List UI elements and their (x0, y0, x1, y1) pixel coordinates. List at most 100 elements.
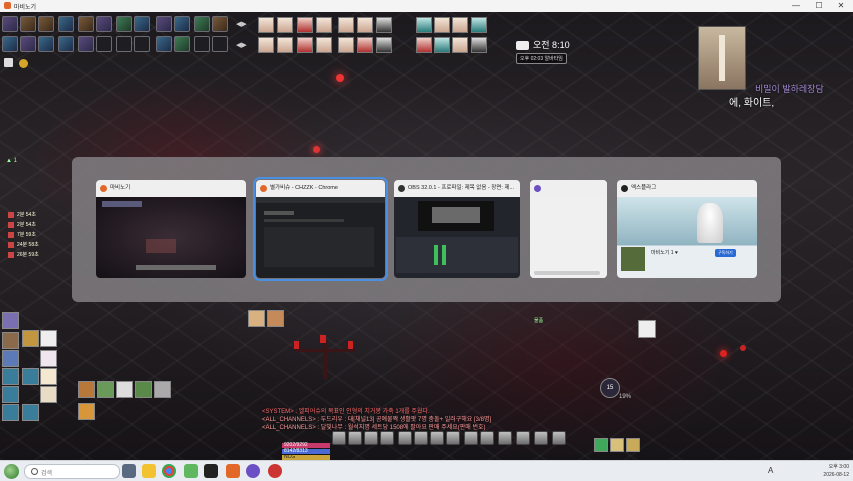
chrome-icon[interactable] (162, 464, 176, 478)
slot-page-arrows[interactable]: ◀▶ (236, 20, 247, 28)
medal-icon[interactable] (19, 59, 28, 68)
menu-icon[interactable] (4, 58, 13, 67)
start-button[interactable] (4, 464, 19, 479)
window-thumbnail-chrome[interactable]: 별가비슈 - CHZZK - Chrome (253, 177, 388, 281)
item-slot[interactable] (116, 381, 133, 398)
skill-slot[interactable] (398, 431, 412, 445)
close-button[interactable]: ✕ (830, 0, 852, 12)
buff-timer[interactable]: 24분 58초 (8, 241, 39, 248)
system-clock[interactable]: 오후 3:00 2026-08-12 (823, 463, 849, 479)
pet-portrait[interactable] (2, 386, 19, 403)
buff-timer[interactable]: 26분 59초 (8, 251, 39, 258)
app-icon[interactable] (204, 464, 218, 478)
skill-slot[interactable] (534, 431, 548, 445)
skill-slot[interactable] (464, 431, 478, 445)
obs-icon[interactable] (268, 464, 282, 478)
skill-slot[interactable] (174, 36, 190, 52)
item-slot[interactable] (78, 381, 95, 398)
window-thumbnail-stream[interactable]: 엑스플라그 마비노기 1 ♥ 구독하기 (617, 180, 757, 278)
skill-slot[interactable] (78, 36, 94, 52)
extra-slot[interactable] (610, 438, 624, 452)
skill-slot[interactable] (194, 16, 210, 32)
skill-slot[interactable] (212, 16, 228, 32)
taskbar-search[interactable]: 검색 (24, 464, 120, 479)
status-icon[interactable] (267, 310, 284, 327)
party-portrait[interactable] (316, 17, 332, 33)
buff-timer[interactable]: 2분 54초 (8, 211, 36, 218)
skill-slot[interactable] (78, 16, 94, 32)
skill-slot[interactable] (348, 431, 362, 445)
party-portrait[interactable] (258, 17, 274, 33)
skill-slot[interactable] (38, 36, 54, 52)
skill-slot[interactable] (96, 36, 112, 52)
party-portrait[interactable] (471, 17, 487, 33)
party-portrait[interactable] (376, 37, 392, 53)
skill-slot[interactable] (332, 431, 346, 445)
party-portrait[interactable] (316, 37, 332, 53)
party-portrait[interactable] (357, 37, 373, 53)
skill-slot[interactable] (20, 16, 36, 32)
subscribe-button[interactable]: 구독하기 (715, 249, 736, 257)
minimap[interactable] (698, 26, 746, 90)
party-portrait[interactable] (416, 37, 432, 53)
pet-portrait[interactable] (2, 332, 19, 349)
skill-slot[interactable] (116, 16, 132, 32)
skill-slot[interactable] (380, 431, 394, 445)
window-thumbnail-obs[interactable]: OBS 32.0.1 - 프로파일: 제목 없음 - 장면: 제... (394, 180, 520, 278)
buff-timer[interactable]: 2분 54초 (8, 221, 36, 228)
skill-slot[interactable] (58, 16, 74, 32)
party-portrait[interactable] (434, 17, 450, 33)
app-icon[interactable] (184, 464, 198, 478)
skill-slot[interactable] (116, 36, 132, 52)
skill-slot[interactable] (156, 36, 172, 52)
pet-portrait[interactable] (40, 386, 57, 403)
skill-slot[interactable] (134, 36, 150, 52)
party-portrait[interactable] (434, 37, 450, 53)
window-titlebar[interactable]: 마비노기 — ☐ ✕ (0, 0, 853, 12)
mabinogi-icon[interactable] (226, 464, 240, 478)
party-portrait[interactable] (452, 17, 468, 33)
skill-slot[interactable] (212, 36, 228, 52)
pet-portrait[interactable] (2, 368, 19, 385)
app-icon[interactable] (246, 464, 260, 478)
skill-slot[interactable] (552, 431, 566, 445)
party-portrait[interactable] (376, 17, 392, 33)
party-portrait[interactable] (277, 17, 293, 33)
skill-slot[interactable] (430, 431, 444, 445)
skill-slot[interactable] (446, 431, 460, 445)
skill-slot[interactable] (38, 16, 54, 32)
item-slot[interactable] (97, 381, 114, 398)
window-thumbnail-mabinogi[interactable]: 마비노기 (96, 180, 246, 278)
skill-slot[interactable] (194, 36, 210, 52)
party-portrait[interactable] (297, 17, 313, 33)
item-slot[interactable] (135, 381, 152, 398)
party-portrait[interactable] (471, 37, 487, 53)
pet-portrait[interactable] (2, 404, 19, 421)
skill-slot[interactable] (516, 431, 530, 445)
pet-portrait[interactable] (22, 368, 39, 385)
input-language[interactable]: A (768, 466, 773, 475)
skill-slot[interactable] (2, 16, 18, 32)
skill-slot[interactable] (58, 36, 74, 52)
buff-timer[interactable]: 7분 59초 (8, 231, 36, 238)
minimize-button[interactable]: — (785, 0, 807, 12)
skill-slot[interactable] (156, 16, 172, 32)
skill-slot[interactable] (174, 16, 190, 32)
status-icon[interactable] (248, 310, 265, 327)
task-view-icon[interactable] (122, 464, 136, 478)
party-portrait[interactable] (338, 17, 354, 33)
slot-page-arrows[interactable]: ◀▶ (236, 41, 247, 49)
skill-slot[interactable] (414, 431, 428, 445)
pet-portrait[interactable] (40, 330, 57, 347)
skill-slot[interactable] (96, 16, 112, 32)
item-slot[interactable] (78, 403, 95, 420)
pet-portrait[interactable] (22, 330, 39, 347)
skill-slot[interactable] (20, 36, 36, 52)
skill-slot[interactable] (498, 431, 512, 445)
skill-slot[interactable] (364, 431, 378, 445)
level-badge[interactable]: 15 (600, 378, 620, 398)
party-portrait[interactable] (357, 17, 373, 33)
skill-slot[interactable] (480, 431, 494, 445)
pet-portrait[interactable] (22, 404, 39, 421)
pet-portrait[interactable] (40, 368, 57, 385)
